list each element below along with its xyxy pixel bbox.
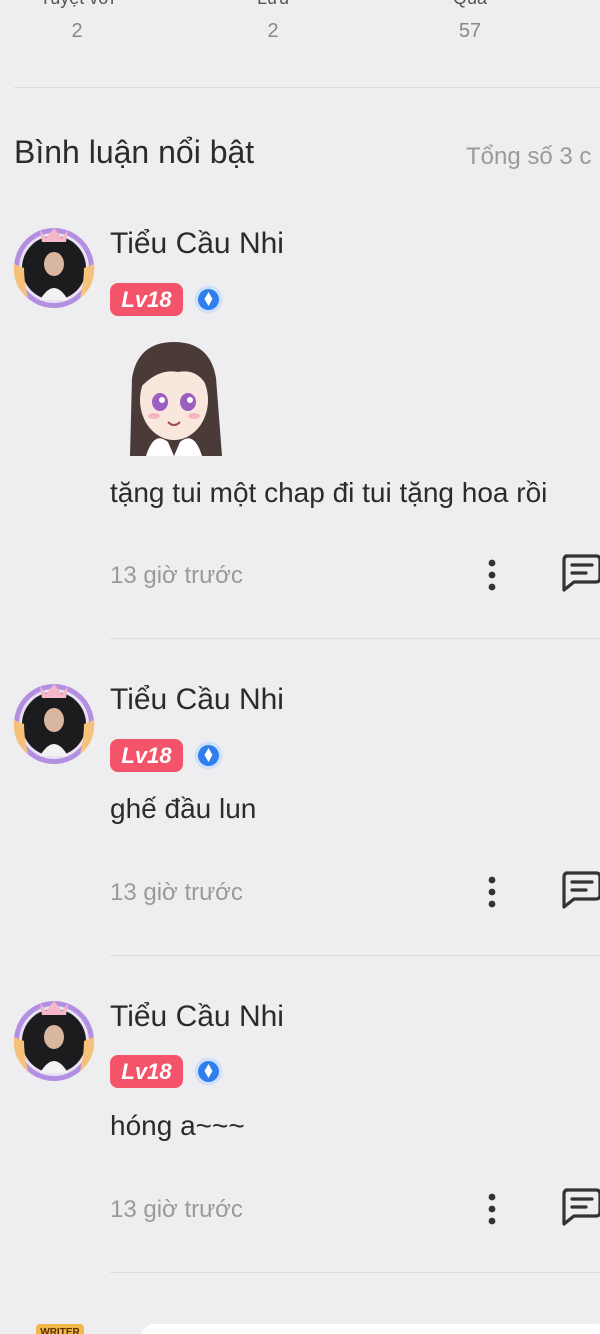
comment-author[interactable]: Tiểu Cầu Nhi xyxy=(110,1000,284,1034)
reply-comment-icon[interactable] xyxy=(560,869,600,909)
reply-comment-icon[interactable] xyxy=(560,552,600,592)
comment-input-peek[interactable] xyxy=(140,1324,600,1334)
anime-sticker[interactable] xyxy=(118,338,230,456)
reply-comment-icon[interactable] xyxy=(560,1186,600,1226)
vip-badge-icon xyxy=(194,741,223,770)
stat-value: 2 xyxy=(267,20,279,42)
avatar[interactable] xyxy=(10,224,98,312)
comment-separator xyxy=(110,955,600,956)
comment-author[interactable]: Tiểu Cầu Nhi xyxy=(110,227,284,261)
comment-text: tặng tui một chap đi tui tặng hoa rồi xyxy=(110,477,548,508)
more-options-icon[interactable] xyxy=(484,1192,500,1226)
comment-text: ghế đầu lun xyxy=(110,793,257,824)
comment-time: 13 giờ trước xyxy=(110,879,243,906)
section-title: Bình luận nổi bật xyxy=(14,134,255,170)
level-badge: Lv18 xyxy=(110,1055,183,1088)
comment-separator xyxy=(110,1272,600,1273)
comment-separator xyxy=(110,638,600,639)
vip-badge-icon xyxy=(194,285,223,314)
more-options-icon[interactable] xyxy=(484,558,500,592)
stat-label: Quà xyxy=(390,0,550,9)
stat-value: 57 xyxy=(458,20,482,42)
comment-time: 13 giờ trước xyxy=(110,1196,243,1223)
comment-author[interactable]: Tiểu Cầu Nhi xyxy=(110,683,284,717)
stat-label: Tuyệt vời xyxy=(0,0,157,9)
stats-row: Tuyệt vời 2 Lưu 2 Quà 57 xyxy=(0,0,600,88)
more-options-icon[interactable] xyxy=(484,875,500,909)
vip-badge-icon xyxy=(194,1057,223,1086)
svg-text:WRITER: WRITER xyxy=(40,1327,80,1334)
comment-total[interactable]: Tổng số 3 c xyxy=(466,143,591,171)
divider xyxy=(14,87,600,88)
writer-badge-logo: WRITER xyxy=(36,1324,84,1334)
avatar[interactable] xyxy=(10,997,98,1085)
comment-time: 13 giờ trước xyxy=(110,562,243,589)
stat-value: 2 xyxy=(71,20,83,42)
level-badge: Lv18 xyxy=(110,739,183,772)
level-badge: Lv18 xyxy=(110,283,183,316)
stat-label: Lưu xyxy=(193,0,353,9)
avatar[interactable] xyxy=(10,680,98,768)
comment-text: hóng a~~~ xyxy=(110,1110,245,1141)
